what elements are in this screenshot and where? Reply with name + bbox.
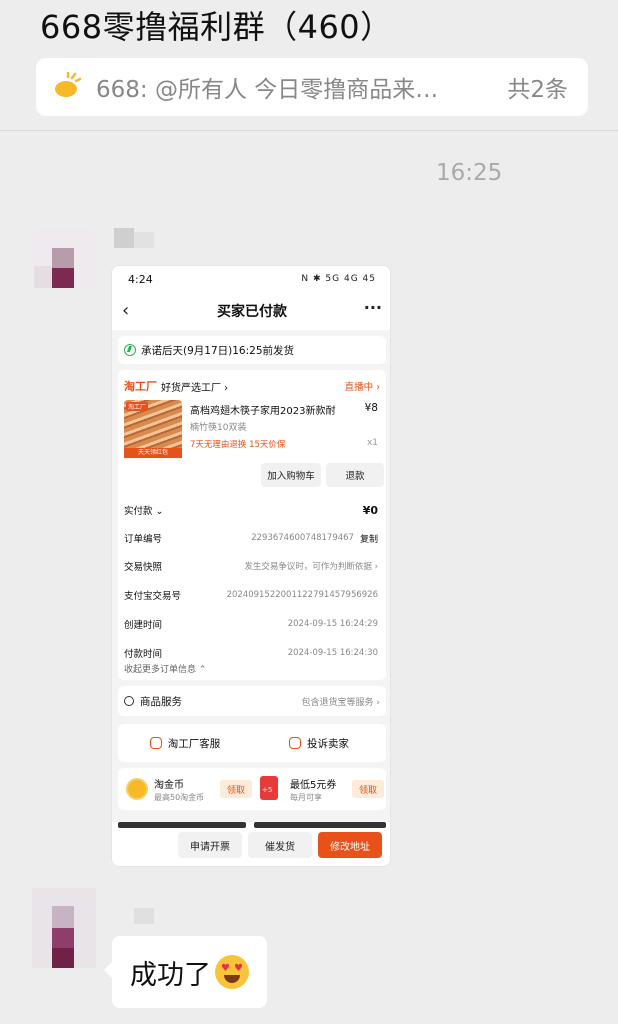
chat-title: 668零撸福利群（460） xyxy=(40,8,393,46)
customer-service: 淘工厂客服 xyxy=(118,736,252,751)
paid-amount-row: 实付款 ⌄ ¥0 xyxy=(124,502,378,518)
product-image-tag: 淘工厂 xyxy=(126,402,149,411)
shield-icon xyxy=(124,696,134,706)
rewards-row: 淘金币 最高50淘金币 领取 +5 最低5元券 每月可享 领取 xyxy=(118,768,386,810)
red-packet-icon: +5 xyxy=(260,776,278,800)
heart-eyes-emoji-icon: ♥ ♥ xyxy=(215,955,249,989)
snapshot-row: 交易快照 发生交易争议时，可作为判断依据 › xyxy=(124,558,378,574)
product-image-banner: 天天领红包 xyxy=(124,448,182,458)
status-time: 4:24 xyxy=(128,272,153,286)
order-number-label: 订单编号 xyxy=(124,534,163,545)
order-nav-bar: ‹ 买家已付款 ··· xyxy=(112,292,390,330)
red-packet-amount: +5 xyxy=(262,786,273,794)
coin-subtitle: 最高50淘金币 xyxy=(154,793,205,802)
coupon-title: 最低5元券 xyxy=(290,780,337,791)
alipay-row: 支付宝交易号 2024091522001122791457956926 xyxy=(124,587,378,603)
created-value: 2024-09-15 16:24:29 xyxy=(287,619,378,629)
product-sku: 楠竹筷10双装 xyxy=(190,423,247,433)
shop-row: 淘工厂 好货严选工厂 › 直播中 › xyxy=(124,378,380,394)
order-number-value: 2293674600748179467 xyxy=(251,533,354,543)
refund-button: 退款 xyxy=(326,463,384,487)
avatar[interactable] xyxy=(32,888,96,968)
product-price: ¥8 xyxy=(364,402,378,414)
copy-button: 复制 xyxy=(359,534,378,545)
service-label: 商品服务 xyxy=(140,695,182,708)
pinned-announcement[interactable]: 668: @所有人 今日零撸商品来… 共2条 xyxy=(36,58,588,116)
coupon-subtitle: 每月可享 xyxy=(290,793,322,802)
live-badge: 直播中 › xyxy=(344,382,380,393)
sender-nickname xyxy=(114,228,156,250)
paid-time-row: 付款时间 2024-09-15 16:24:30 xyxy=(124,645,378,661)
promise-text: 承诺后天(9月17日)16:25前发货 xyxy=(141,344,294,357)
phone-status-bar: 4:24 N ✱ 5G 4G 45 xyxy=(112,266,390,292)
snapshot-value: 发生交易争议时，可作为判断依据 › xyxy=(244,562,378,572)
created-label: 创建时间 xyxy=(124,620,163,631)
pinned-text: 668: @所有人 今日零撸商品来… xyxy=(96,77,439,103)
urge-shipping-button: 催发货 xyxy=(248,832,312,858)
snapshot-label: 交易快照 xyxy=(124,562,163,573)
product-quantity: x1 xyxy=(366,438,378,448)
complain-icon xyxy=(289,737,301,749)
product-service-row: 商品服务 包含退货宝等服务 › xyxy=(118,686,386,716)
message-timestamp: 16:25 xyxy=(436,160,503,186)
order-status-title: 买家已付款 xyxy=(217,304,287,320)
contact-row: 淘工厂客服 投诉卖家 xyxy=(118,724,386,762)
shop-logo: 淘工厂 xyxy=(124,380,157,393)
order-card: 淘工厂 好货严选工厂 › 直播中 › 淘工厂 天天领红包 高档鸡翅木筷子家用20… xyxy=(118,370,386,680)
complain-label: 投诉卖家 xyxy=(307,737,349,750)
paid-time-value: 2024-09-15 16:24:30 xyxy=(287,648,378,658)
shipping-promise: 承诺后天(9月17日)16:25前发货 xyxy=(118,336,386,364)
more-icon: ··· xyxy=(363,298,382,317)
lightning-icon xyxy=(124,344,136,356)
created-time-row: 创建时间 2024-09-15 16:24:29 xyxy=(124,616,378,632)
apply-invoice-button: 申请开票 xyxy=(178,832,242,858)
complain-seller: 投诉卖家 xyxy=(252,736,386,751)
avatar[interactable] xyxy=(34,228,94,288)
customer-service-icon xyxy=(149,737,162,749)
alipay-value: 2024091522001122791457956926 xyxy=(226,590,378,600)
recommend-strip xyxy=(118,822,246,828)
pinned-count[interactable]: 共2条 xyxy=(507,70,568,104)
megaphone-icon xyxy=(52,71,82,102)
sender-nickname xyxy=(134,906,156,926)
coin-icon xyxy=(126,778,148,800)
order-screenshot-image[interactable]: 4:24 N ✱ 5G 4G 45 ‹ 买家已付款 ··· 承诺后天(9月17日… xyxy=(111,265,391,867)
product-image: 淘工厂 天天领红包 xyxy=(124,400,182,458)
paid-value: ¥0 xyxy=(362,503,378,517)
message-text: 成功了 xyxy=(130,959,211,991)
product-title: 高档鸡翅木筷子家用2023新款耐 xyxy=(190,406,336,417)
order-action-bar: 申请开票 催发货 修改地址 xyxy=(112,822,390,866)
customer-service-label: 淘工厂客服 xyxy=(167,737,221,750)
header-divider xyxy=(0,130,618,131)
claim-coin-button: 领取 xyxy=(220,780,252,798)
change-address-button: 修改地址 xyxy=(318,832,382,858)
product-guarantee-tags: 7天无理由退换 15天价保 xyxy=(190,440,286,450)
status-icons: N ✱ 5G 4G 45 xyxy=(301,274,376,284)
paid-time-label: 付款时间 xyxy=(124,649,163,660)
shop-name: 好货严选工厂 › xyxy=(161,382,229,394)
service-value: 包含退货宝等服务 › xyxy=(301,697,380,708)
alipay-label: 支付宝交易号 xyxy=(124,591,182,602)
recommend-strip xyxy=(254,822,386,828)
add-to-cart-button: 加入购物车 xyxy=(261,463,321,487)
coin-title: 淘金币 xyxy=(154,780,184,791)
message-bubble[interactable]: 成功了 ♥ ♥ xyxy=(104,936,267,1008)
collapse-order-info: 收起更多订单信息 ⌃ xyxy=(124,665,207,675)
paid-label: 实付款 ⌄ xyxy=(124,506,164,517)
order-number-row: 订单编号 2293674600748179467 复制 xyxy=(124,530,378,546)
claim-coupon-button: 领取 xyxy=(352,780,384,798)
